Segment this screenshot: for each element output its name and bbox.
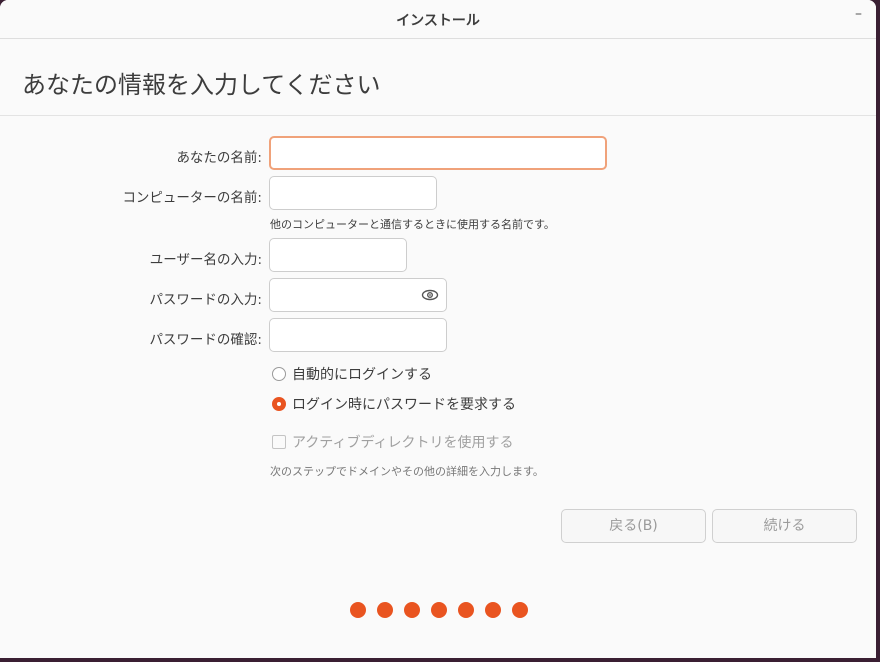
title-bar: インストール –: [0, 0, 876, 39]
password-input[interactable]: [269, 278, 447, 312]
eye-icon[interactable]: [421, 286, 439, 308]
back-button[interactable]: 戻る(B): [561, 509, 706, 543]
username-input[interactable]: [269, 238, 407, 272]
confirm-password-input[interactable]: [269, 318, 447, 352]
password-label: パスワードの入力:: [149, 292, 262, 308]
page-title: あなたの情報を入力してください: [22, 71, 381, 99]
progress-dot: [350, 602, 366, 618]
progress-dots: [350, 602, 528, 618]
progress-dot: [512, 602, 528, 618]
page-header: あなたの情報を入力してください: [0, 39, 876, 116]
progress-dot: [404, 602, 420, 618]
active-directory-checkbox[interactable]: [272, 435, 286, 449]
computer-name-input[interactable]: [269, 176, 437, 210]
minimize-button[interactable]: –: [855, 6, 862, 22]
window-title: インストール: [396, 13, 480, 29]
require-password-label: ログイン時にパスワードを要求する: [292, 397, 516, 413]
require-password-radio[interactable]: [272, 397, 286, 411]
name-input[interactable]: [269, 136, 607, 170]
username-label: ユーザー名の入力:: [149, 252, 262, 268]
name-label: あなたの名前:: [176, 150, 262, 166]
continue-button[interactable]: 続ける: [712, 509, 857, 543]
auto-login-radio[interactable]: [272, 367, 286, 381]
require-password-option[interactable]: ログイン時にパスワードを要求する: [272, 394, 516, 414]
auto-login-label: 自動的にログインする: [292, 367, 432, 383]
computer-name-label: コンピューターの名前:: [122, 190, 262, 206]
progress-dot: [377, 602, 393, 618]
progress-dot: [431, 602, 447, 618]
active-directory-hint: 次のステップでドメインやその他の詳細を入力します。: [270, 465, 544, 478]
installer-window: インストール – あなたの情報を入力してください あなたの名前: コンピューター…: [0, 0, 876, 658]
progress-dot: [458, 602, 474, 618]
active-directory-option[interactable]: アクティブディレクトリを使用する: [272, 432, 513, 452]
active-directory-label: アクティブディレクトリを使用する: [292, 435, 514, 451]
confirm-password-label: パスワードの確認:: [149, 332, 262, 348]
auto-login-option[interactable]: 自動的にログインする: [272, 364, 432, 384]
computer-name-hint: 他のコンピューターと通信するときに使用する名前です。: [270, 218, 555, 231]
progress-dot: [485, 602, 501, 618]
